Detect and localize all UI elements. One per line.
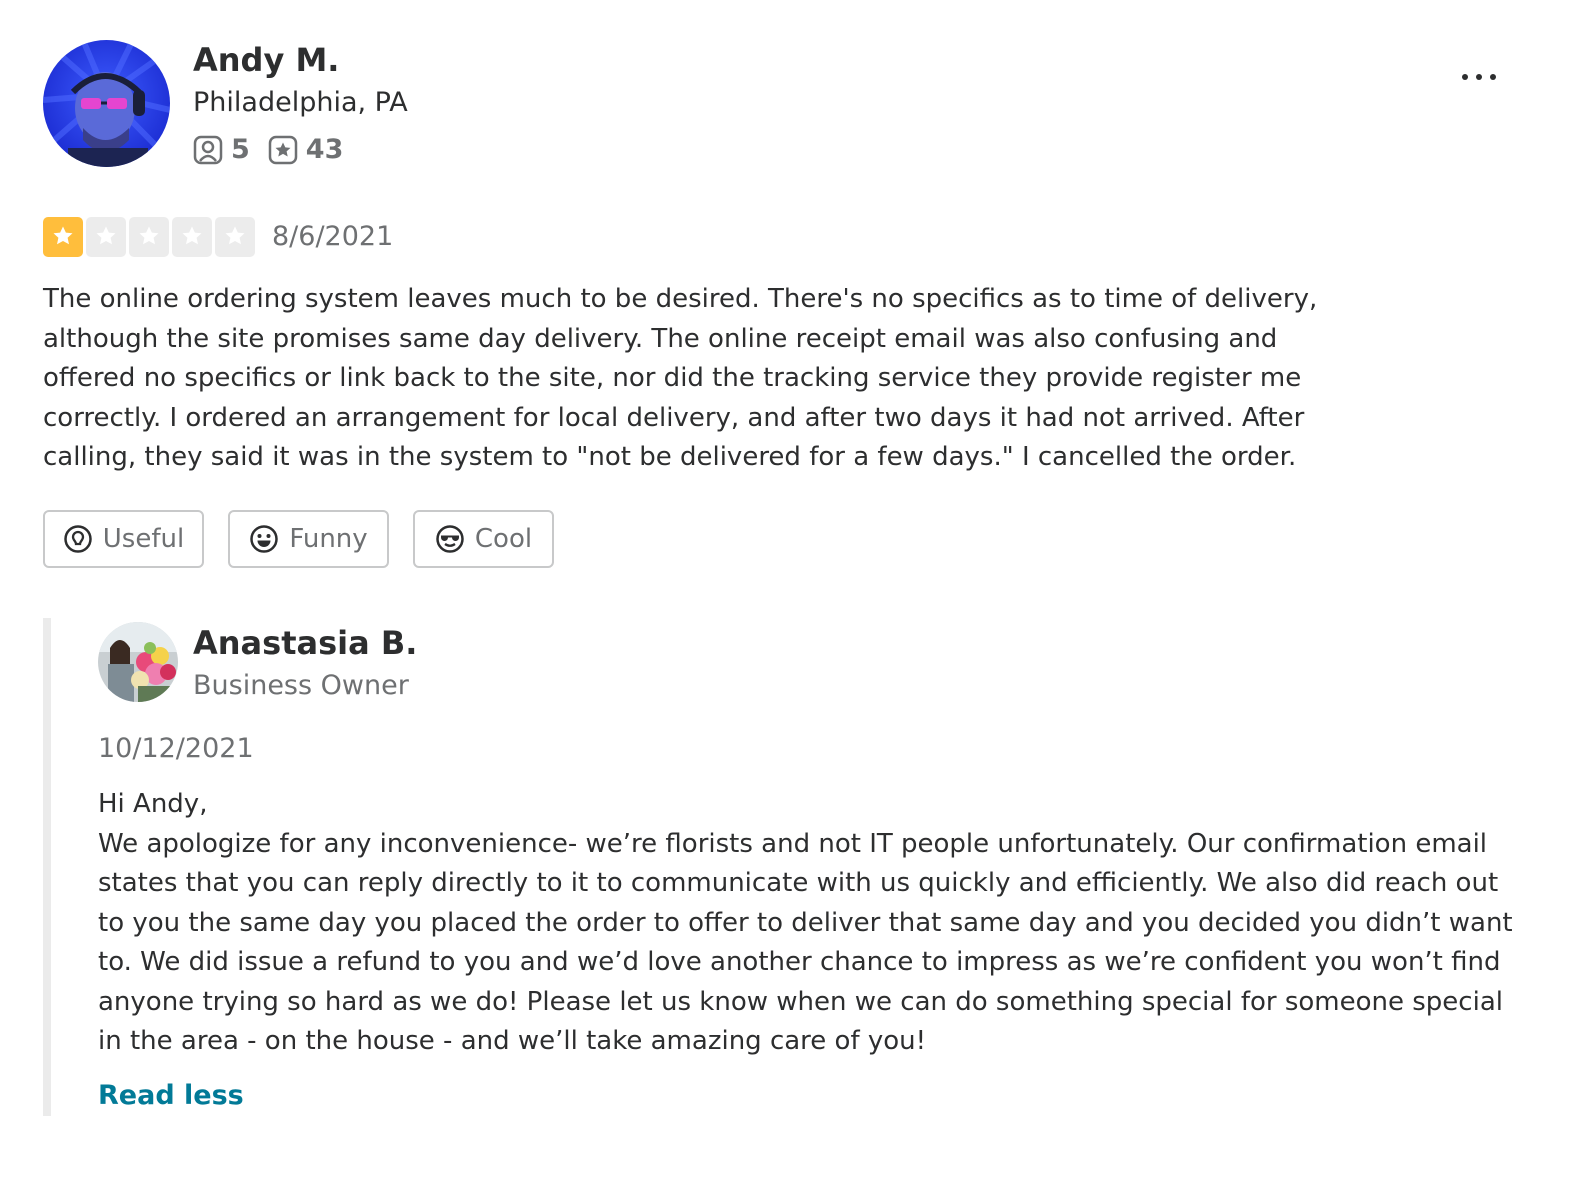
- friends-stat: 5: [193, 133, 250, 167]
- star-icon: [182, 226, 202, 245]
- star-icon: [96, 226, 116, 245]
- more-options-icon: [1458, 74, 1500, 80]
- star-empty: [215, 217, 255, 257]
- review-star-icon: [268, 135, 298, 165]
- smile-icon: [249, 524, 289, 554]
- friends-icon: [193, 135, 223, 165]
- star-icon: [53, 226, 73, 245]
- review-text: The online ordering system leaves much t…: [43, 284, 1318, 472]
- owner-avatar[interactable]: [98, 622, 178, 702]
- more-options-button[interactable]: [1452, 60, 1506, 94]
- reaction-buttons: Useful Funny Cool: [43, 510, 578, 568]
- useful-button[interactable]: Useful: [43, 510, 204, 568]
- useful-label: Useful: [102, 524, 185, 554]
- star-empty: [86, 217, 126, 257]
- reviews-count: 43: [305, 134, 344, 165]
- star-empty: [172, 217, 212, 257]
- review-date: 8/6/2021: [272, 221, 394, 252]
- star-filled: [43, 217, 83, 257]
- star-icon: [225, 226, 245, 245]
- reply-body: We apologize for any inconvenience- we’r…: [98, 828, 1513, 1057]
- reply-date: 10/12/2021: [98, 733, 254, 764]
- owner-role: Business Owner: [193, 670, 409, 701]
- cool-label: Cool: [474, 524, 533, 554]
- reply-divider: [43, 618, 51, 1116]
- reviewer-stats: 5 43: [193, 132, 361, 168]
- review-card: Andy M. Philadelphia, PA 5 43 8/6/2021 T…: [0, 0, 1586, 1196]
- reply-greeting: Hi Andy,: [98, 789, 208, 819]
- friends-count: 5: [231, 134, 250, 165]
- owner-name[interactable]: Anastasia B.: [193, 623, 417, 663]
- sunglasses-icon: [435, 524, 475, 554]
- reviewer-location: Philadelphia, PA: [193, 87, 408, 118]
- lightbulb-icon: [63, 524, 103, 554]
- star-icon: [139, 226, 159, 245]
- reviewer-name[interactable]: Andy M.: [193, 40, 339, 80]
- funny-button[interactable]: Funny: [228, 510, 389, 568]
- star-empty: [129, 217, 169, 257]
- read-less-link[interactable]: Read less: [98, 1078, 244, 1114]
- funny-label: Funny: [289, 524, 368, 554]
- reply-text: Hi Andy, We apologize for any inconvenie…: [98, 785, 1518, 1062]
- cool-button[interactable]: Cool: [413, 510, 554, 568]
- reviewer-avatar[interactable]: [43, 40, 170, 167]
- star-rating: [43, 217, 258, 257]
- reviews-stat: 43: [268, 133, 344, 167]
